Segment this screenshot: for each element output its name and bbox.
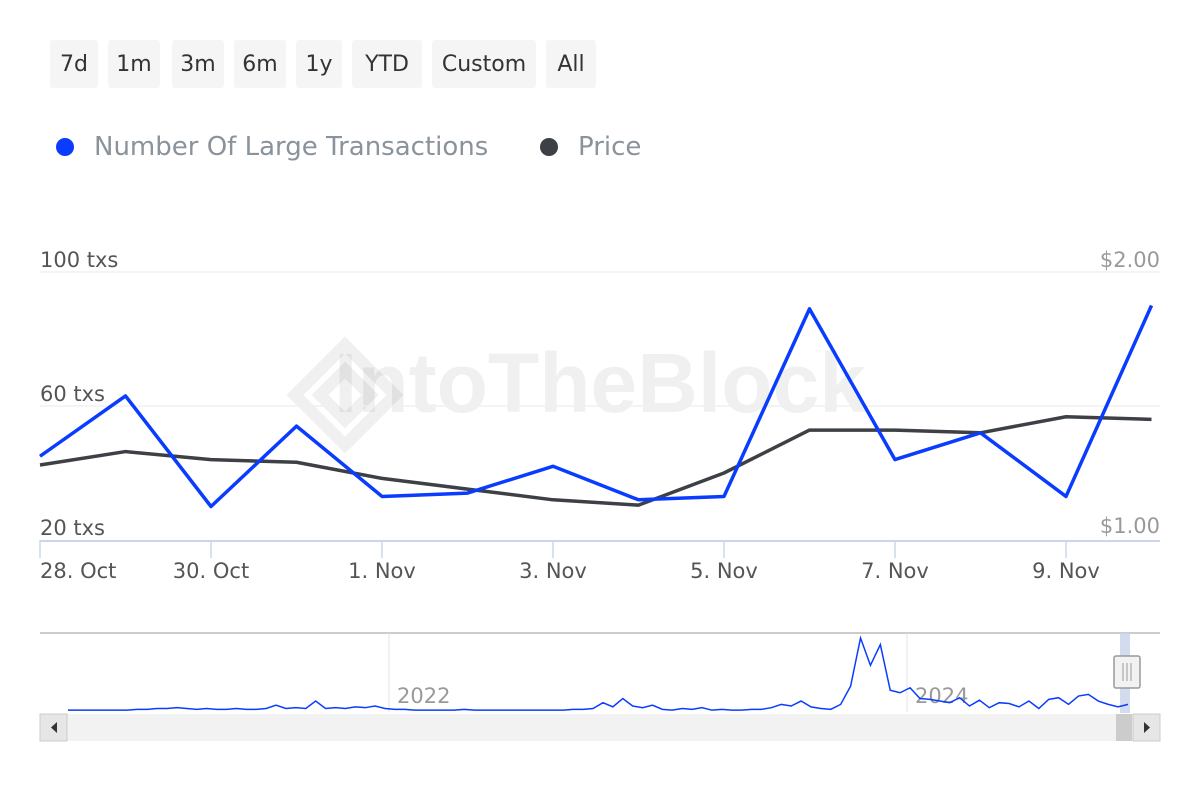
x-tick-label: 1. Nov [348,559,416,583]
y-tick-label-left: 60 txs [40,382,105,406]
y-tick-label-left: 20 txs [40,516,105,540]
scrollbar-track[interactable] [40,714,1160,741]
navigator-series [68,635,1129,711]
x-tick-label: 9. Nov [1032,559,1100,583]
x-tick-label: 30. Oct [173,559,249,583]
x-tick-label: 28. Oct [40,559,116,583]
x-tick-label: 7. Nov [861,559,929,583]
x-tick-label: 3. Nov [519,559,587,583]
y-tick-label-left: 100 txs [40,248,118,272]
navigator-label: 2022 [397,684,450,708]
y-tick-label-right: $2.00 [1100,248,1160,272]
chart: IntoTheBlock 100 txs 60 txs 20 txs $2.00 $1.0… [38,248,1161,742]
scrollbar-thumb[interactable] [1116,714,1132,741]
y-tick-label-right: $1.00 [1100,514,1160,538]
navigator-label: 2024 [915,684,968,708]
x-tick-label: 5. Nov [690,559,758,583]
watermark: IntoTheBlock [334,336,866,430]
